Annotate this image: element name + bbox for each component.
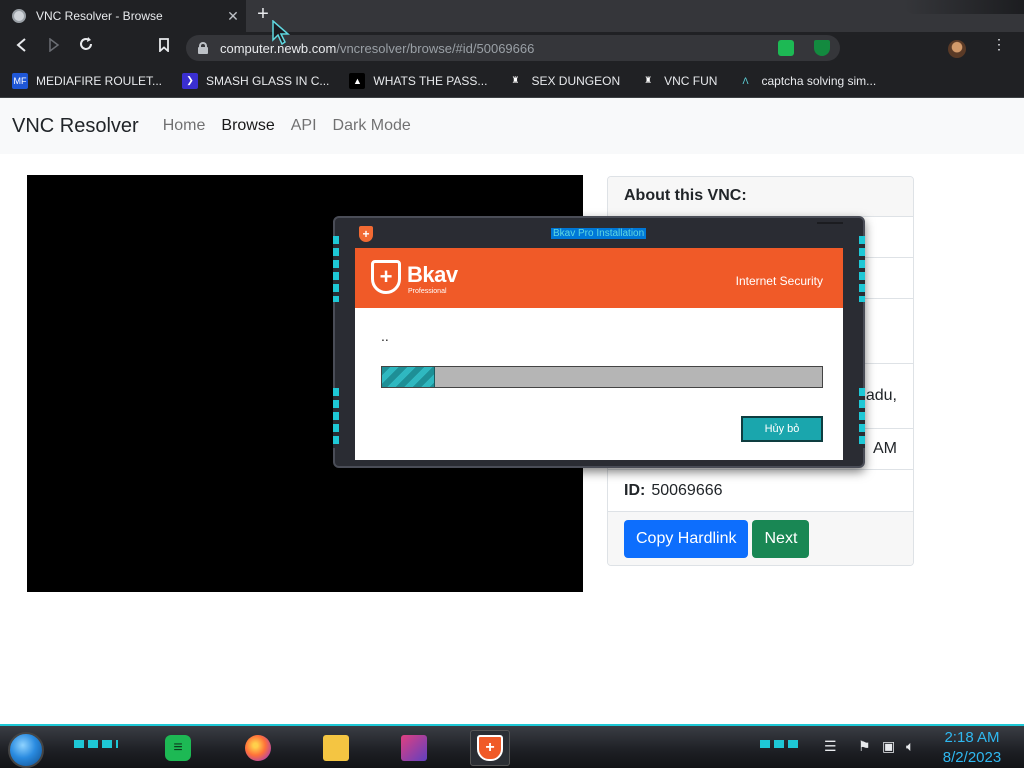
dialog-side-decoration	[859, 388, 865, 448]
dialog-corner-decoration	[817, 222, 843, 232]
bkav-shield-icon: +	[359, 226, 373, 242]
card-footer: Copy Hardlink Next	[608, 511, 913, 565]
mediafire-icon: MF	[12, 72, 28, 89]
vnc-favicon-icon: ♜	[644, 75, 653, 85]
taskbar-decoration	[760, 740, 800, 748]
lambda-icon: Λ	[742, 75, 749, 86]
browser-menu-icon[interactable]: ⋮	[992, 36, 1006, 53]
bookmark-label: captcha solving sim...	[761, 73, 877, 88]
nav-home[interactable]: Home	[163, 117, 206, 135]
bookmark-item[interactable]: ▲ WHATS THE PASS...	[349, 72, 488, 89]
bookmark-label: SMASH GLASS IN C...	[206, 73, 330, 88]
bkav-product-name: Internet Security	[735, 274, 823, 288]
bookmark-label: MEDIAFIRE ROULET...	[36, 73, 163, 88]
vnc-favicon-icon	[12, 9, 26, 23]
bookmark-item[interactable]: Λ captcha solving sim...	[737, 73, 876, 89]
url-path: /vncresolver/browse/#id/50069666	[336, 40, 535, 56]
copy-hardlink-button[interactable]: Copy Hardlink	[624, 520, 749, 558]
bkav-brand: Bkav	[407, 262, 458, 287]
taskbar-media-app[interactable]	[394, 730, 434, 766]
firefox-icon	[245, 735, 271, 761]
bookmark-item[interactable]: MF MEDIAFIRE ROULET...	[12, 72, 163, 89]
extension-shield-icon[interactable]	[814, 40, 830, 56]
progress-fill	[382, 367, 435, 387]
show-desktop-icon[interactable]: ☰	[824, 738, 837, 755]
clock-date: 8/2/2023	[942, 749, 1002, 766]
tab-close-icon[interactable]: ✕	[220, 8, 246, 25]
card-header: About this VNC:	[608, 177, 913, 217]
bookmark-item[interactable]: ♜ SEX DUNGEON	[507, 73, 620, 89]
taskbar-clock[interactable]: 2:18 AM 8/2/2023	[936, 728, 1008, 768]
new-tab-button[interactable]: +	[252, 4, 274, 26]
id-row: ID: 50069666	[608, 470, 913, 511]
bkav-taskbar-icon: +	[477, 735, 503, 761]
id-label: ID:	[624, 481, 646, 499]
window-decoration	[904, 0, 1024, 14]
tab-title: VNC Resolver - Browse	[36, 9, 163, 23]
taskbar-bkav[interactable]: +	[470, 730, 510, 766]
id-value: 50069666	[651, 481, 723, 499]
nav-browse[interactable]: Browse	[221, 117, 274, 135]
bookmark-star-icon[interactable]	[152, 36, 176, 60]
bookmark-item[interactable]: ♜ VNC FUN	[640, 73, 717, 89]
taskbar-firefox[interactable]	[238, 730, 278, 766]
profile-avatar[interactable]	[948, 40, 966, 58]
info-row-text: adu,	[865, 387, 897, 404]
notes-app-icon: ≡	[165, 735, 191, 761]
lock-icon	[198, 42, 208, 54]
network-icon[interactable]: ▣	[882, 738, 895, 755]
nav-dark-mode[interactable]: Dark Mode	[333, 117, 411, 135]
triangle-icon: ▲	[349, 72, 366, 89]
install-status: ..	[381, 328, 389, 344]
bookmark-item[interactable]: ❯ SMASH GLASS IN C...	[182, 72, 330, 89]
browser-toolbar: computer.newb.com/vncresolver/browse/#id…	[0, 32, 1024, 64]
info-row-text: AM	[873, 440, 897, 457]
bookmark-label: WHATS THE PASS...	[373, 73, 488, 88]
dialog-title: Bkav Pro Installation	[551, 228, 647, 239]
site-brand[interactable]: VNC Resolver	[12, 115, 139, 138]
dialog-titlebar[interactable]: + Bkav Pro Installation	[335, 218, 863, 250]
bkav-logo-icon: +	[371, 260, 401, 294]
chevron-icon: ❯	[182, 72, 199, 89]
cancel-button[interactable]: Hủy bỏ	[741, 416, 823, 442]
clock-time: 2:18 AM	[944, 729, 1000, 746]
media-app-icon	[401, 735, 427, 761]
site-navbar: VNC Resolver Home Browse API Dark Mode	[0, 98, 1024, 154]
tab-vnc-resolver[interactable]: VNC Resolver - Browse ✕	[0, 0, 246, 32]
bkav-brand-sub: Professional	[408, 288, 447, 295]
install-progress-bar	[381, 366, 823, 388]
bkav-install-dialog: + Bkav Pro Installation + Bkav Professio…	[333, 216, 865, 468]
volume-icon[interactable]: 🔈︎	[906, 738, 914, 755]
dialog-side-decoration	[859, 236, 865, 302]
taskbar: ≡ + ☰ ⚑ ▣ 🔈︎ 2:18 AM 8/2/2023	[0, 724, 1024, 768]
mouse-cursor-icon	[272, 20, 291, 46]
browser-tabstrip: VNC Resolver - Browse ✕ +	[0, 0, 1024, 32]
taskbar-notes-app[interactable]: ≡	[158, 730, 198, 766]
flag-icon[interactable]: ⚑	[858, 738, 871, 755]
bookmark-label: SEX DUNGEON	[531, 73, 621, 88]
taskbar-file-explorer[interactable]	[316, 730, 356, 766]
forward-arrow-icon[interactable]	[42, 36, 66, 60]
reload-icon[interactable]	[74, 36, 98, 60]
dialog-body: + Bkav Professional Internet Security ..…	[355, 248, 843, 460]
bookmarks-bar: MF MEDIAFIRE ROULET... ❯ SMASH GLASS IN …	[0, 64, 1024, 98]
back-arrow-icon[interactable]	[10, 36, 34, 60]
bookmark-label: VNC FUN	[664, 73, 718, 88]
url-text: computer.newb.com/vncresolver/browse/#id…	[220, 41, 534, 56]
taskbar-decoration	[74, 740, 118, 748]
next-button[interactable]: Next	[752, 520, 810, 558]
vnc-favicon-icon: ♜	[511, 75, 520, 85]
folder-icon	[323, 735, 349, 761]
dialog-side-decoration	[333, 388, 339, 448]
start-button[interactable]	[8, 732, 44, 768]
dialog-side-decoration	[333, 236, 339, 302]
nav-api[interactable]: API	[291, 117, 317, 135]
bkav-banner: + Bkav Professional Internet Security	[355, 248, 843, 308]
extension-green-icon[interactable]	[778, 40, 794, 56]
